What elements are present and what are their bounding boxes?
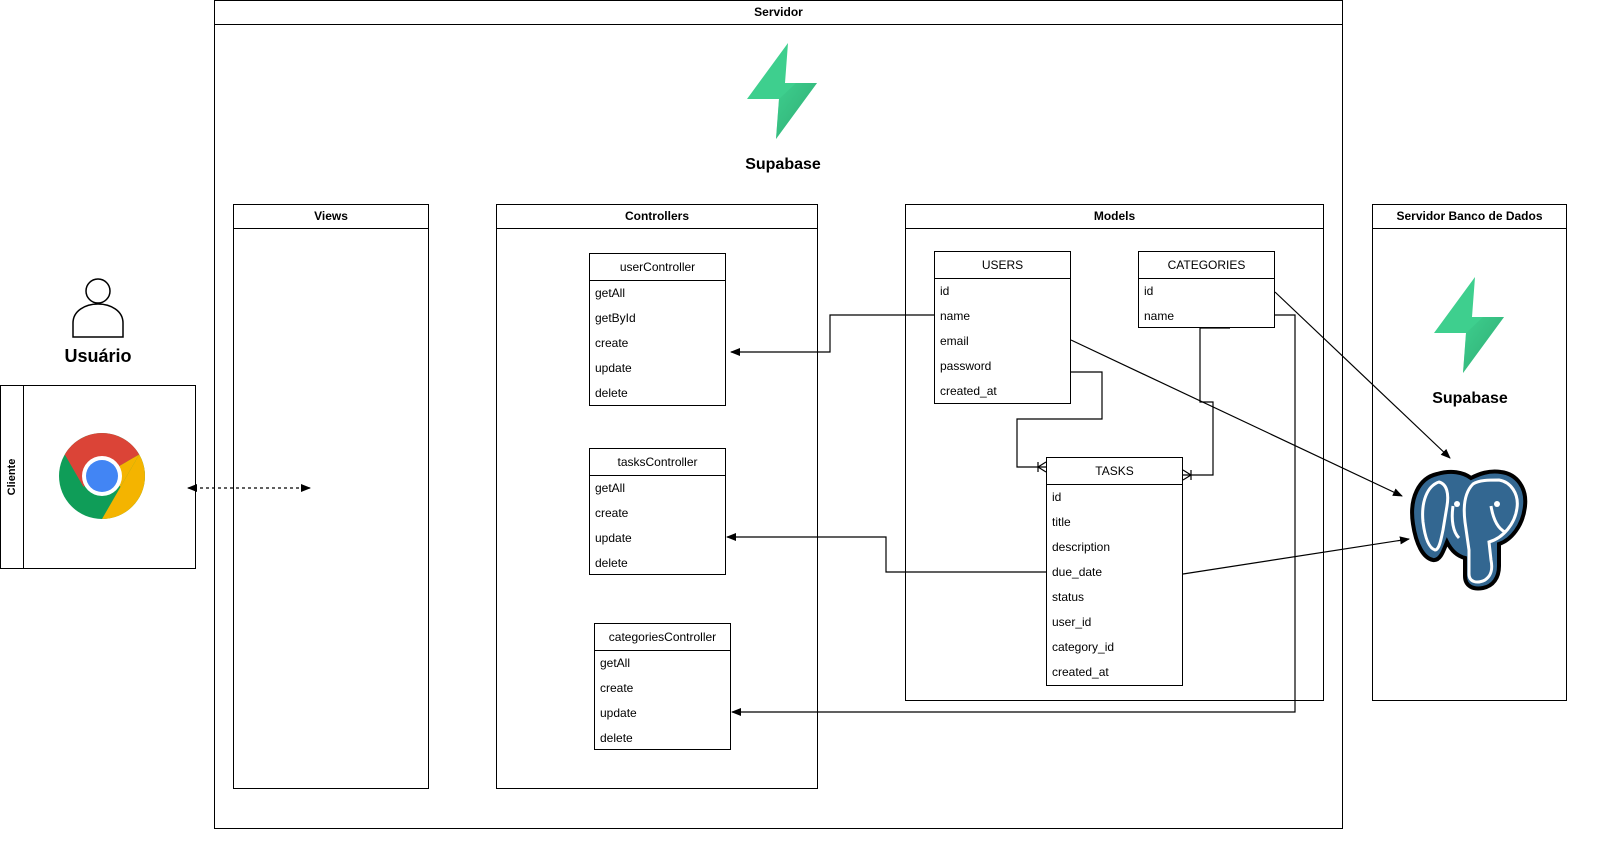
field-title: title xyxy=(1052,515,1071,529)
supabase-logo-icon xyxy=(747,43,817,139)
method-getbyid: getById xyxy=(595,311,636,325)
field-email: email xyxy=(940,334,969,348)
user-person-icon xyxy=(72,278,124,338)
method-update: update xyxy=(595,531,632,545)
field-id: id xyxy=(940,284,950,298)
field-created-at: created_at xyxy=(940,384,997,398)
method-delete: delete xyxy=(595,386,628,400)
field-created-at: created_at xyxy=(1052,665,1109,679)
field-user-id: user_id xyxy=(1052,615,1092,629)
method-create: create xyxy=(595,336,629,350)
field-status: status xyxy=(1052,590,1085,604)
users-entity-title: USERS xyxy=(935,252,1070,279)
chrome-browser-icon xyxy=(59,433,145,519)
categories-controller-card: categoriesController getAll create updat… xyxy=(594,623,731,750)
field-id: id xyxy=(1144,284,1154,298)
method-delete: delete xyxy=(600,731,633,745)
method-getall: getAll xyxy=(600,656,631,670)
method-create: create xyxy=(595,506,629,520)
views-container: Views xyxy=(233,204,429,789)
db-server-title: Servidor Banco de Dados xyxy=(1373,205,1566,229)
tasks-controller-title: tasksController xyxy=(590,449,725,476)
servidor-brand-label: Supabase xyxy=(745,156,821,173)
field-name: name xyxy=(1144,309,1175,323)
user-controller-card: userController getAll getById create upd… xyxy=(589,253,726,406)
tasks-entity-title: TASKS xyxy=(1047,458,1182,485)
method-update: update xyxy=(595,361,632,375)
postgresql-elephant-icon xyxy=(1410,469,1528,591)
user-controller-title: userController xyxy=(590,254,725,281)
method-delete: delete xyxy=(595,556,628,570)
cliente-title-bar: Cliente xyxy=(1,386,24,568)
tasks-entity: TASKS id title description due_date stat… xyxy=(1046,457,1183,686)
servidor-title: Servidor xyxy=(215,1,1342,25)
field-category-id: category_id xyxy=(1052,640,1115,654)
field-name: name xyxy=(940,309,971,323)
views-title: Views xyxy=(234,205,428,229)
db-brand-label: Supabase xyxy=(1432,390,1508,407)
method-create: create xyxy=(600,681,634,695)
field-id: id xyxy=(1052,490,1062,504)
field-password: password xyxy=(940,359,992,373)
field-due-date: due_date xyxy=(1052,565,1103,579)
users-entity: USERS id name email password created_at xyxy=(934,251,1071,404)
cliente-title: Cliente xyxy=(6,458,18,496)
usuario-label: Usuário xyxy=(64,346,132,366)
categories-controller-title: categoriesController xyxy=(595,624,730,651)
supabase-logo-icon xyxy=(1434,277,1504,373)
method-getall: getAll xyxy=(595,481,626,495)
categories-entity-title: CATEGORIES xyxy=(1139,252,1274,279)
field-description: description xyxy=(1052,540,1111,554)
method-update: update xyxy=(600,706,637,720)
models-title: Models xyxy=(906,205,1323,229)
tasks-controller-card: tasksController getAll create update del… xyxy=(589,448,726,575)
method-getall: getAll xyxy=(595,286,626,300)
controllers-title: Controllers xyxy=(497,205,817,229)
categories-entity: CATEGORIES id name xyxy=(1138,251,1275,328)
